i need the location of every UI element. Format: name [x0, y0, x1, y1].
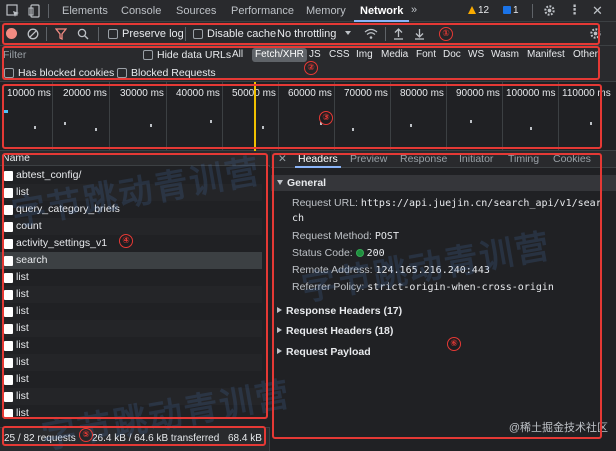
messages-count: 1 — [513, 5, 519, 16]
annotation-number: ⑤ — [79, 428, 93, 442]
tab-elements[interactable]: Elements — [62, 0, 108, 22]
more-tabs-icon[interactable]: » — [411, 4, 417, 16]
annotation-box-summary — [2, 426, 266, 446]
tab-performance[interactable]: Performance — [231, 0, 294, 22]
message-icon — [503, 6, 511, 14]
divider — [48, 4, 49, 18]
device-toolbar-icon[interactable] — [28, 4, 42, 18]
settings-gear-icon[interactable] — [543, 4, 556, 17]
divider — [532, 4, 533, 18]
close-devtools-icon[interactable]: ✕ — [592, 3, 603, 19]
annotation-box-request-list — [2, 153, 268, 419]
annotation-number: ④ — [119, 234, 133, 248]
annotation-number: ① — [439, 27, 453, 41]
annotation-number: ⑥ — [447, 337, 461, 351]
annotation-box-timeline — [2, 84, 602, 149]
tab-sources[interactable]: Sources — [176, 0, 216, 22]
warnings-badge[interactable]: 12 — [465, 4, 492, 18]
more-options-icon[interactable]: ⋮ — [568, 2, 581, 18]
devtools-tabbar: Elements Console Sources Performance Mem… — [0, 0, 616, 22]
annotation-number: ③ — [319, 111, 333, 125]
inspect-element-icon[interactable] — [6, 4, 20, 18]
annotation-box-filter — [2, 46, 600, 80]
annotation-number: ② — [304, 61, 318, 75]
tab-network[interactable]: Network — [353, 0, 410, 22]
annotation-box-toolbar — [2, 23, 600, 45]
tab-memory[interactable]: Memory — [306, 0, 346, 22]
warnings-count: 12 — [478, 5, 490, 16]
messages-badge[interactable]: 1 — [500, 4, 522, 18]
tab-console[interactable]: Console — [121, 0, 161, 22]
annotation-box-detail — [272, 153, 602, 439]
warning-icon — [468, 6, 476, 14]
